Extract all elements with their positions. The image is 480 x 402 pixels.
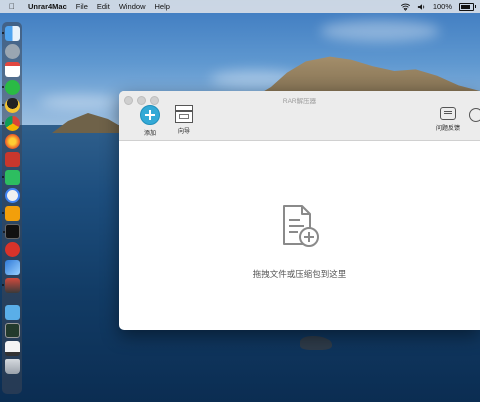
trash-icon[interactable] (4, 359, 20, 374)
volume-icon[interactable] (417, 3, 426, 11)
evernote-icon[interactable] (1, 170, 20, 185)
more-icon (469, 108, 480, 122)
qq-icon[interactable] (1, 98, 20, 113)
apple-menu-icon[interactable]:  (9, 2, 19, 11)
dock-spacer (5, 296, 20, 302)
menu-window[interactable]: Window (119, 2, 146, 11)
xcode-icon[interactable] (4, 260, 20, 275)
share-icon[interactable] (4, 188, 20, 203)
window-thumbnail-icon[interactable] (4, 341, 20, 356)
feedback-button[interactable]: 问题反馈 (433, 105, 463, 132)
more-button[interactable] (469, 105, 480, 122)
chrome-icon[interactable] (1, 116, 20, 131)
app-window: RAR解压器 添加 向导 问题反馈 拖拽文件或压缩包到这里 (119, 91, 480, 330)
menu-help[interactable]: Help (155, 2, 170, 11)
menu-file[interactable]: File (76, 2, 88, 11)
preview-icon[interactable] (1, 278, 20, 293)
mail-icon[interactable] (4, 152, 20, 167)
menu-app-name[interactable]: Unrar4Mac (28, 2, 67, 11)
menu-bar:  Unrar4Mac File Edit Window Help 100% (0, 0, 480, 13)
firefox-icon[interactable] (4, 134, 20, 149)
sublime-icon[interactable] (1, 206, 20, 221)
battery-icon[interactable] (459, 2, 476, 11)
terminal-icon[interactable] (2, 224, 20, 239)
drop-hint-text: 拖拽文件或压缩包到这里 (252, 269, 347, 279)
folder-icon[interactable] (4, 305, 20, 320)
finder-icon[interactable] (1, 26, 20, 41)
add-icon (140, 105, 160, 125)
window-titlebar: RAR解压器 添加 向导 问题反馈 (119, 91, 480, 141)
add-label: 添加 (143, 131, 156, 137)
menu-edit[interactable]: Edit (97, 2, 110, 11)
launchpad-icon[interactable] (4, 44, 20, 59)
wechat-icon[interactable] (1, 80, 20, 95)
guide-icon (175, 105, 193, 123)
window-thumbnail-icon[interactable] (4, 323, 20, 338)
dock (1, 22, 22, 394)
cloud (320, 20, 440, 42)
window-title: RAR解压器 (282, 98, 317, 105)
drop-zone[interactable]: 拖拽文件或压缩包到这里 (119, 141, 480, 330)
guide-button[interactable]: 向导 (169, 105, 199, 135)
add-button[interactable]: 添加 (135, 105, 165, 137)
wifi-icon[interactable] (400, 3, 410, 11)
rock (300, 336, 332, 350)
feedback-icon (440, 107, 456, 120)
feedback-label: 问题反馈 (435, 126, 460, 132)
guide-label: 向导 (177, 129, 190, 135)
cloud (40, 95, 120, 109)
calendar-icon[interactable] (4, 62, 20, 77)
app-icon[interactable] (4, 242, 20, 257)
battery-percent: 100% (432, 2, 452, 11)
add-document-icon (282, 205, 319, 247)
